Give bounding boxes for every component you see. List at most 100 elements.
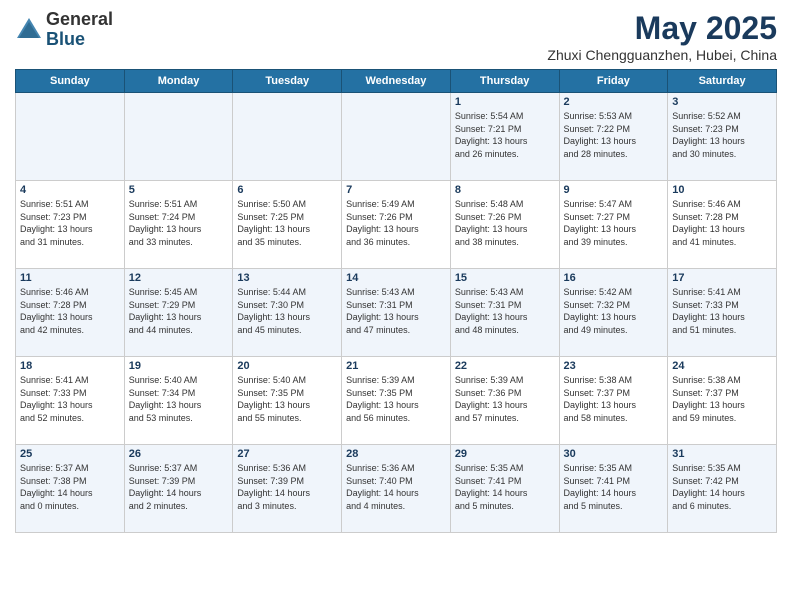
day-info: Sunrise: 5:42 AM Sunset: 7:32 PM Dayligh… <box>564 286 664 336</box>
header-day: Wednesday <box>342 70 451 93</box>
day-info: Sunrise: 5:39 AM Sunset: 7:35 PM Dayligh… <box>346 374 446 424</box>
calendar-cell: 1 Sunrise: 5:54 AM Sunset: 7:21 PM Daylig… <box>450 93 559 181</box>
day-info: Sunrise: 5:35 AM Sunset: 7:41 PM Dayligh… <box>564 462 664 512</box>
subtitle: Zhuxi Chengguanzhen, Hubei, China <box>547 47 777 63</box>
day-info: Sunrise: 5:36 AM Sunset: 7:39 PM Dayligh… <box>237 462 337 512</box>
day-number: 31 <box>672 448 772 460</box>
logo: General Blue <box>15 10 113 50</box>
day-info: Sunrise: 5:40 AM Sunset: 7:34 PM Dayligh… <box>129 374 229 424</box>
day-info: Sunrise: 5:46 AM Sunset: 7:28 PM Dayligh… <box>672 198 772 248</box>
calendar-cell: 2 Sunrise: 5:53 AM Sunset: 7:22 PM Daylig… <box>559 93 668 181</box>
calendar-cell: 18 Sunrise: 5:41 AM Sunset: 7:33 PM Dayli… <box>16 357 125 445</box>
calendar-cell: 16 Sunrise: 5:42 AM Sunset: 7:32 PM Dayli… <box>559 269 668 357</box>
day-info: Sunrise: 5:49 AM Sunset: 7:26 PM Dayligh… <box>346 198 446 248</box>
calendar-cell: 6 Sunrise: 5:50 AM Sunset: 7:25 PM Daylig… <box>233 181 342 269</box>
calendar-table: SundayMondayTuesdayWednesdayThursdayFrid… <box>15 69 777 533</box>
calendar-cell: 17 Sunrise: 5:41 AM Sunset: 7:33 PM Dayli… <box>668 269 777 357</box>
day-number: 10 <box>672 184 772 196</box>
day-info: Sunrise: 5:38 AM Sunset: 7:37 PM Dayligh… <box>564 374 664 424</box>
day-number: 30 <box>564 448 664 460</box>
day-info: Sunrise: 5:50 AM Sunset: 7:25 PM Dayligh… <box>237 198 337 248</box>
month-title: May 2025 <box>547 10 777 47</box>
day-number: 22 <box>455 360 555 372</box>
day-info: Sunrise: 5:35 AM Sunset: 7:42 PM Dayligh… <box>672 462 772 512</box>
day-info: Sunrise: 5:41 AM Sunset: 7:33 PM Dayligh… <box>20 374 120 424</box>
calendar-row: 4Sunrise: 5:51 AM Sunset: 7:23 PM Daylig… <box>16 181 777 269</box>
day-info: Sunrise: 5:36 AM Sunset: 7:40 PM Dayligh… <box>346 462 446 512</box>
calendar-cell: 11 Sunrise: 5:46 AM Sunset: 7:28 PM Dayli… <box>16 269 125 357</box>
calendar-row: 1 Sunrise: 5:54 AM Sunset: 7:21 PM Daylig… <box>16 93 777 181</box>
day-number: 21 <box>346 360 446 372</box>
calendar-cell <box>124 93 233 181</box>
day-number: 2 <box>564 96 664 108</box>
day-info: Sunrise: 5:46 AM Sunset: 7:28 PM Dayligh… <box>20 286 120 336</box>
day-number: 25 <box>20 448 120 460</box>
calendar-row: 18 Sunrise: 5:41 AM Sunset: 7:33 PM Dayli… <box>16 357 777 445</box>
day-number: 1 <box>455 96 555 108</box>
day-number: 19 <box>129 360 229 372</box>
calendar-cell <box>342 93 451 181</box>
calendar-cell: 21 Sunrise: 5:39 AM Sunset: 7:35 PM Dayli… <box>342 357 451 445</box>
day-number: 14 <box>346 272 446 284</box>
day-number: 18 <box>20 360 120 372</box>
day-number: 12 <box>129 272 229 284</box>
page: General Blue May 2025 Zhuxi Chengguanzhe… <box>0 0 792 612</box>
calendar-cell: 15 Sunrise: 5:43 AM Sunset: 7:31 PM Dayli… <box>450 269 559 357</box>
day-number: 23 <box>564 360 664 372</box>
calendar-cell: 30 Sunrise: 5:35 AM Sunset: 7:41 PM Dayli… <box>559 445 668 533</box>
day-number: 8 <box>455 184 555 196</box>
day-info: Sunrise: 5:48 AM Sunset: 7:26 PM Dayligh… <box>455 198 555 248</box>
day-info: Sunrise: 5:37 AM Sunset: 7:38 PM Dayligh… <box>20 462 120 512</box>
header-day: Saturday <box>668 70 777 93</box>
calendar-cell: 5Sunrise: 5:51 AM Sunset: 7:24 PM Daylig… <box>124 181 233 269</box>
logo-text: General Blue <box>46 10 113 50</box>
day-number: 29 <box>455 448 555 460</box>
logo-icon <box>15 16 43 44</box>
header-day: Tuesday <box>233 70 342 93</box>
day-number: 9 <box>564 184 664 196</box>
calendar-cell: 28 Sunrise: 5:36 AM Sunset: 7:40 PM Dayli… <box>342 445 451 533</box>
day-number: 17 <box>672 272 772 284</box>
calendar-cell: 24Sunrise: 5:38 AM Sunset: 7:37 PM Dayli… <box>668 357 777 445</box>
calendar-row: 11 Sunrise: 5:46 AM Sunset: 7:28 PM Dayli… <box>16 269 777 357</box>
day-info: Sunrise: 5:53 AM Sunset: 7:22 PM Dayligh… <box>564 110 664 160</box>
calendar-cell: 27 Sunrise: 5:36 AM Sunset: 7:39 PM Dayli… <box>233 445 342 533</box>
calendar-cell <box>233 93 342 181</box>
header-row: SundayMondayTuesdayWednesdayThursdayFrid… <box>16 70 777 93</box>
calendar-cell: 20Sunrise: 5:40 AM Sunset: 7:35 PM Dayli… <box>233 357 342 445</box>
calendar-cell: 12Sunrise: 5:45 AM Sunset: 7:29 PM Dayli… <box>124 269 233 357</box>
calendar-cell: 10 Sunrise: 5:46 AM Sunset: 7:28 PM Dayli… <box>668 181 777 269</box>
calendar-cell: 31 Sunrise: 5:35 AM Sunset: 7:42 PM Dayli… <box>668 445 777 533</box>
day-info: Sunrise: 5:54 AM Sunset: 7:21 PM Dayligh… <box>455 110 555 160</box>
day-info: Sunrise: 5:47 AM Sunset: 7:27 PM Dayligh… <box>564 198 664 248</box>
title-block: May 2025 Zhuxi Chengguanzhen, Hubei, Chi… <box>547 10 777 63</box>
logo-general: General <box>46 10 113 30</box>
header-day: Thursday <box>450 70 559 93</box>
day-info: Sunrise: 5:43 AM Sunset: 7:31 PM Dayligh… <box>455 286 555 336</box>
day-info: Sunrise: 5:44 AM Sunset: 7:30 PM Dayligh… <box>237 286 337 336</box>
calendar-cell: 7 Sunrise: 5:49 AM Sunset: 7:26 PM Daylig… <box>342 181 451 269</box>
day-number: 3 <box>672 96 772 108</box>
day-number: 26 <box>129 448 229 460</box>
day-number: 5 <box>129 184 229 196</box>
calendar-row: 25 Sunrise: 5:37 AM Sunset: 7:38 PM Dayli… <box>16 445 777 533</box>
calendar-cell: 4Sunrise: 5:51 AM Sunset: 7:23 PM Daylig… <box>16 181 125 269</box>
day-number: 13 <box>237 272 337 284</box>
day-number: 4 <box>20 184 120 196</box>
calendar-cell: 23 Sunrise: 5:38 AM Sunset: 7:37 PM Dayli… <box>559 357 668 445</box>
day-number: 6 <box>237 184 337 196</box>
day-info: Sunrise: 5:35 AM Sunset: 7:41 PM Dayligh… <box>455 462 555 512</box>
day-info: Sunrise: 5:41 AM Sunset: 7:33 PM Dayligh… <box>672 286 772 336</box>
calendar-cell: 13 Sunrise: 5:44 AM Sunset: 7:30 PM Dayli… <box>233 269 342 357</box>
day-number: 7 <box>346 184 446 196</box>
calendar-cell: 26 Sunrise: 5:37 AM Sunset: 7:39 PM Dayli… <box>124 445 233 533</box>
day-number: 28 <box>346 448 446 460</box>
day-number: 16 <box>564 272 664 284</box>
day-number: 15 <box>455 272 555 284</box>
day-info: Sunrise: 5:37 AM Sunset: 7:39 PM Dayligh… <box>129 462 229 512</box>
day-number: 27 <box>237 448 337 460</box>
header-day: Monday <box>124 70 233 93</box>
day-number: 20 <box>237 360 337 372</box>
day-number: 11 <box>20 272 120 284</box>
header: General Blue May 2025 Zhuxi Chengguanzhe… <box>15 10 777 63</box>
